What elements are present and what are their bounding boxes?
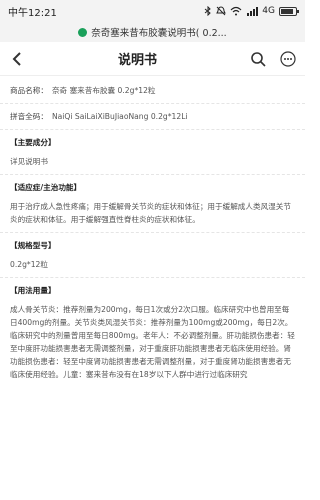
signal-icon [246, 6, 259, 16]
pinyin-label: 拼音全码： [10, 112, 48, 121]
instructions-content: 商品名称： 奈奇 塞来昔布胶囊 0.2g*12粒 拼音全码： NaiQi Sai… [0, 76, 305, 381]
status-time: 中午12:21 [8, 7, 57, 19]
section-spec-title: 【规格型号】 [10, 241, 56, 250]
more-button[interactable] [279, 50, 297, 68]
pinyin-row: 拼音全码： NaiQi SaiLaiXiBuJiaoNang 0.2g*12Li [10, 110, 295, 123]
chevron-left-icon [12, 51, 21, 66]
section-usage-title: 【用法用量】 [10, 286, 56, 295]
back-button[interactable] [8, 50, 26, 68]
secure-shield-icon [78, 27, 88, 37]
page-title: 说明书 [117, 53, 157, 68]
pinyin-value: NaiQi SaiLaiXiBuJiaoNang 0.2g*12Li [51, 112, 188, 121]
ingredients-text: 详见说明书 [10, 157, 48, 166]
product-name-row: 商品名称： 奈奇 塞来昔布胶囊 0.2g*12粒 [10, 84, 295, 97]
usage-text: 成人骨关节炎：推荐剂量为200mg，每日1次或分2次口服。临床研究中也曾用至每日… [10, 305, 295, 379]
product-name-label: 商品名称： [10, 86, 48, 95]
wifi-icon [230, 6, 242, 16]
product-name-value: 奈奇 塞来昔布胶囊 0.2g*12粒 [51, 86, 156, 95]
url-title: 奈奇塞来昔布胶囊说明书( 0.2... [91, 28, 227, 39]
signal-label: 4G [262, 6, 275, 16]
section-ingredients-title: 【主要成分】 [10, 138, 56, 147]
status-bar: 中午12:21 4G [0, 0, 305, 22]
spec-text: 0.2g*12粒 [10, 260, 48, 269]
nav-bar: 说明书 [0, 42, 305, 76]
search-button[interactable] [249, 50, 267, 68]
battery-icon [279, 6, 299, 16]
indications-text: 用于治疗成人急性疼痛；用于缓解骨关节炎的症状和体征；用于缓解成人类风湿关节炎的症… [10, 202, 291, 224]
section-indications-title: 【适应症/主治功能】 [10, 183, 82, 192]
search-icon [251, 51, 266, 67]
mute-icon [216, 6, 227, 16]
bluetooth-icon [204, 6, 212, 16]
more-circle-icon [280, 50, 296, 67]
url-bar[interactable]: 奈奇塞来昔布胶囊说明书( 0.2... [0, 22, 305, 42]
